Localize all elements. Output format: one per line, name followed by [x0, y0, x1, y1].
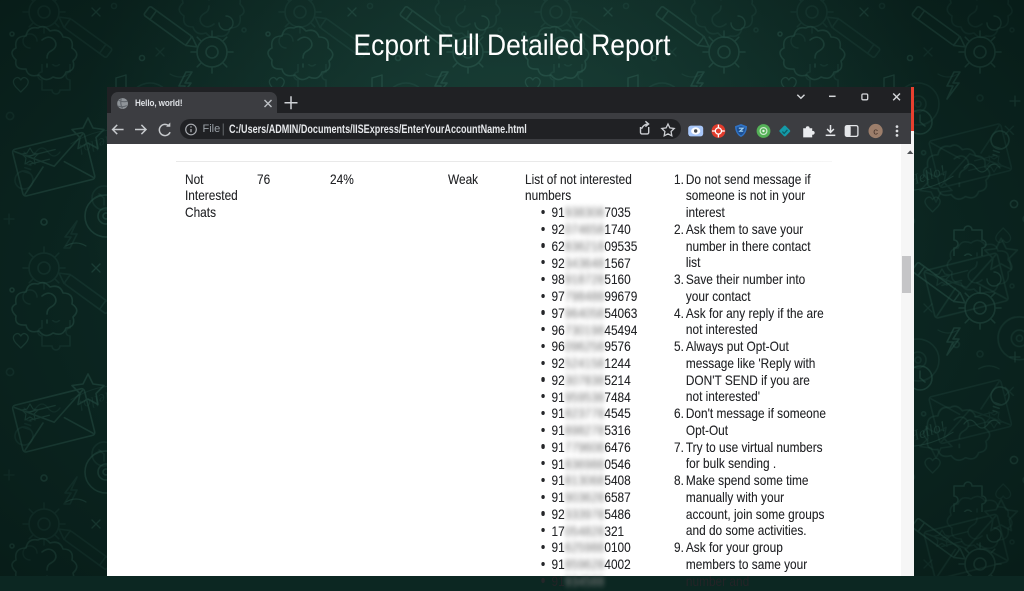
svg-text:c: c	[873, 127, 878, 138]
